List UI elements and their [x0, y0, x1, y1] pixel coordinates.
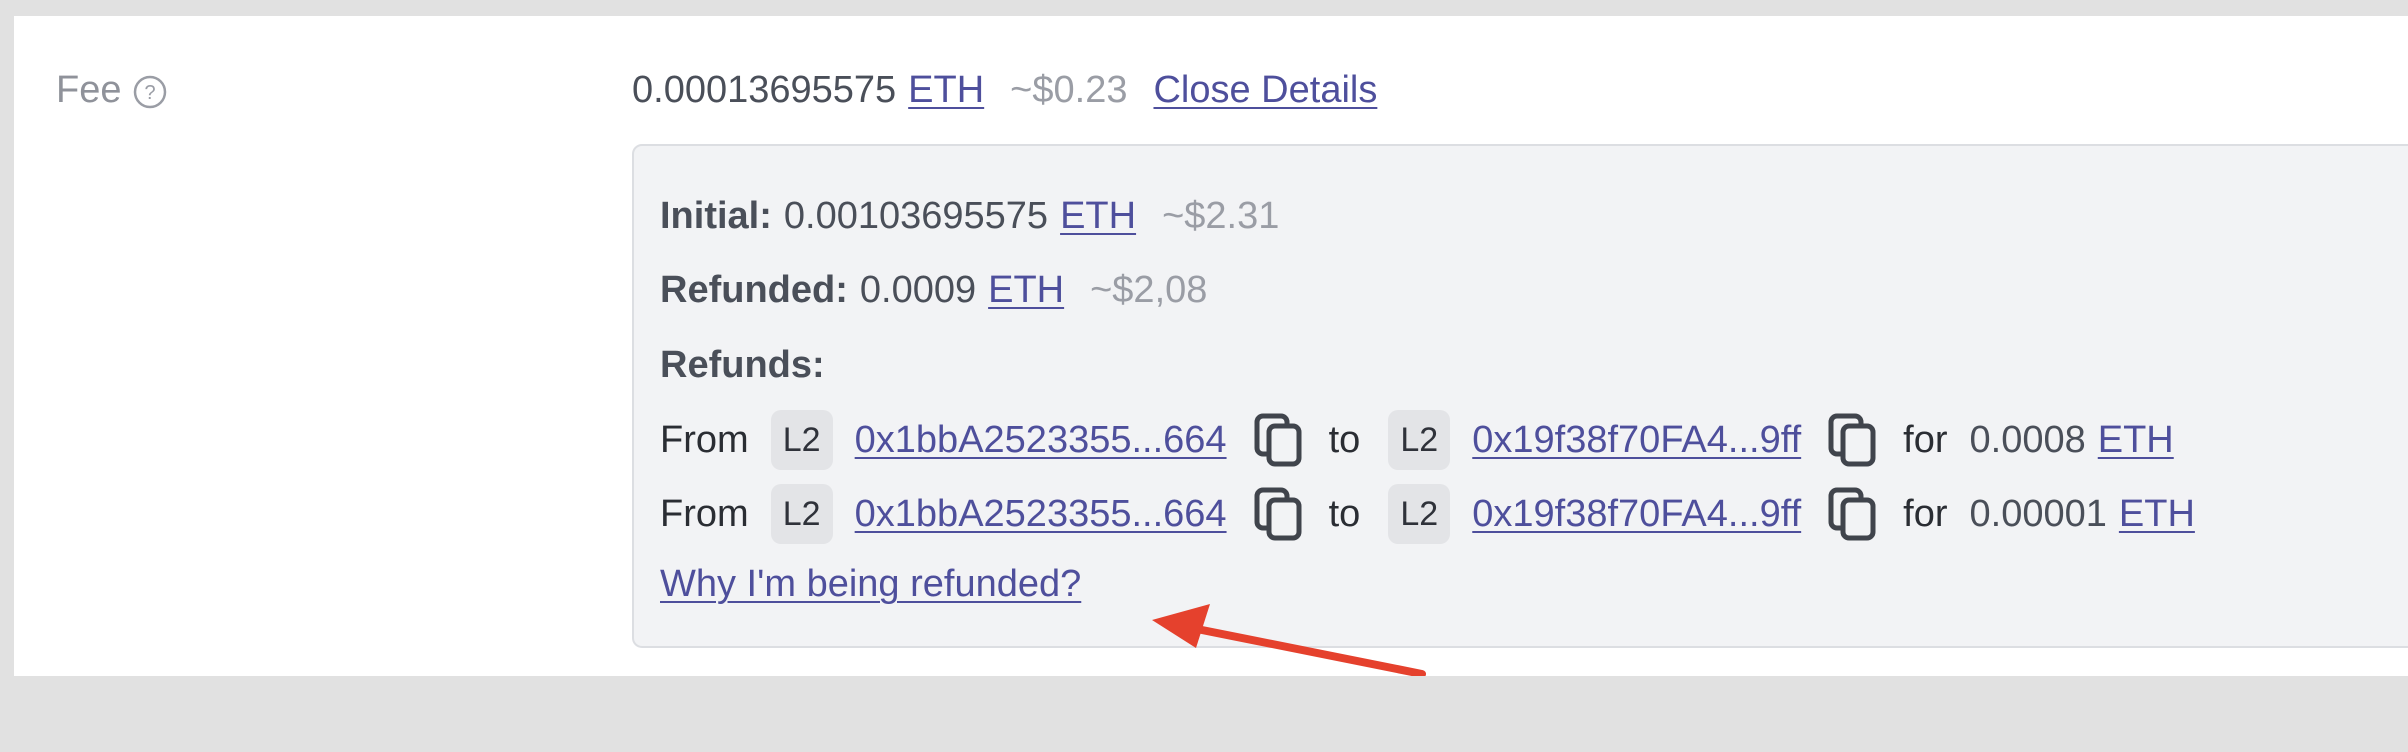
- fee-value: 0.00013695575 ETH ~$0.23 Close Details: [632, 66, 1377, 114]
- transaction-fee-card: Fee ? 0.00013695575 ETH ~$0.23 Close Det…: [14, 16, 2408, 676]
- why-refunded-link[interactable]: Why I'm being refunded?: [660, 560, 1081, 608]
- initial-amount: 0.00103695575: [783, 195, 1049, 237]
- svg-text:?: ?: [145, 82, 156, 104]
- from-address-link[interactable]: 0x1bbA2523355...664: [855, 490, 1227, 538]
- copy-icon[interactable]: [1827, 412, 1879, 468]
- refund-from-word: From: [660, 419, 749, 461]
- refund-to-word: to: [1328, 419, 1361, 461]
- refund-amount: 0.0008: [1969, 419, 2086, 461]
- fee-details-panel: Initial: 0.00103695575 ETH ~$2.31 Refund…: [632, 144, 2408, 648]
- refund-currency-link[interactable]: ETH: [2119, 490, 2195, 538]
- network-badge: L2: [770, 410, 833, 470]
- copy-icon[interactable]: [1253, 412, 1305, 468]
- why-refund-row: Why I'm being refunded?: [660, 560, 1081, 608]
- initial-label: Initial:: [660, 195, 772, 237]
- refund-row: From L2 0x1bbA2523355...664 to L2 0x19f3…: [660, 484, 2195, 544]
- refunded-row: Refunded: 0.0009 ETH ~$2,08: [660, 266, 1207, 314]
- help-icon[interactable]: ?: [133, 73, 167, 109]
- fee-amount: 0.00013695575: [632, 69, 897, 111]
- fee-usd: ~$0.23: [1010, 69, 1128, 111]
- refund-for-word: for: [1903, 419, 1948, 461]
- fee-label: Fee ?: [56, 66, 167, 114]
- refund-row: From L2 0x1bbA2523355...664 to L2 0x19f3…: [660, 410, 2174, 470]
- close-details-link[interactable]: Close Details: [1153, 66, 1377, 114]
- refund-for-word: for: [1903, 493, 1948, 535]
- refunded-usd: ~$2,08: [1090, 269, 1208, 311]
- refund-currency-link[interactable]: ETH: [2098, 416, 2174, 464]
- initial-row: Initial: 0.00103695575 ETH ~$2.31: [660, 192, 1279, 240]
- annotation-arrow: [1152, 604, 1426, 676]
- initial-currency-link[interactable]: ETH: [1060, 192, 1136, 240]
- refunds-heading: Refunds:: [660, 341, 825, 389]
- network-badge: L2: [1388, 410, 1451, 470]
- refunded-amount: 0.0009: [859, 269, 977, 311]
- network-badge: L2: [770, 484, 833, 544]
- refund-from-word: From: [660, 493, 749, 535]
- to-address-link[interactable]: 0x19f38f70FA4...9ff: [1472, 416, 1801, 464]
- network-badge: L2: [1388, 484, 1451, 544]
- initial-usd: ~$2.31: [1162, 195, 1280, 237]
- fee-label-text: Fee: [56, 69, 122, 111]
- refunds-label: Refunds:: [660, 344, 825, 386]
- copy-icon[interactable]: [1827, 486, 1879, 542]
- refunded-currency-link[interactable]: ETH: [988, 266, 1064, 314]
- copy-icon[interactable]: [1253, 486, 1305, 542]
- refund-amount: 0.00001: [1969, 493, 2107, 535]
- from-address-link[interactable]: 0x1bbA2523355...664: [855, 416, 1227, 464]
- fee-currency-link[interactable]: ETH: [908, 66, 984, 114]
- refunded-label: Refunded:: [660, 269, 848, 311]
- refund-to-word: to: [1328, 493, 1361, 535]
- to-address-link[interactable]: 0x19f38f70FA4...9ff: [1472, 490, 1801, 538]
